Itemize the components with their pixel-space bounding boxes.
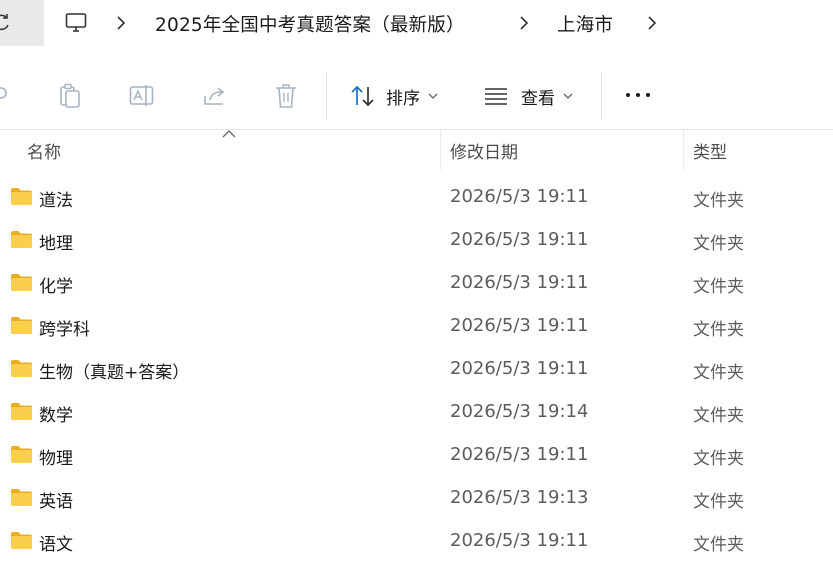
- file-type: 文件夹: [693, 449, 744, 469]
- file-type: 文件夹: [693, 320, 744, 340]
- file-type: 文件夹: [693, 234, 744, 254]
- file-modified-date: 2026/5/3 19:11: [450, 530, 589, 551]
- sort-label: 排序: [386, 88, 420, 109]
- table-row[interactable]: 地理 2026/5/3 19:11 文件夹: [0, 220, 833, 263]
- file-modified-date: 2026/5/3 19:11: [450, 358, 589, 379]
- table-row[interactable]: 跨学科 2026/5/3 19:11 文件夹: [0, 306, 833, 349]
- file-name: 化学: [39, 277, 73, 297]
- file-name: 语文: [39, 535, 73, 555]
- view-label: 查看: [521, 88, 555, 109]
- chevron-right-icon[interactable]: [116, 16, 126, 30]
- breadcrumb-item-current[interactable]: 上海市: [557, 11, 613, 37]
- file-type: 文件夹: [693, 535, 744, 555]
- folder-icon: [11, 274, 32, 291]
- file-name: 物理: [39, 449, 73, 469]
- more-icon[interactable]: [624, 93, 654, 101]
- share-icon[interactable]: [202, 83, 228, 109]
- folder-icon: [11, 532, 32, 549]
- view-button[interactable]: 查看: [483, 78, 573, 114]
- file-name: 生物（真题+答案）: [39, 363, 190, 383]
- table-row[interactable]: 生物（真题+答案） 2026/5/3 19:11 文件夹: [0, 349, 833, 392]
- toolbar-border: [0, 129, 833, 130]
- this-pc-icon[interactable]: [64, 11, 88, 35]
- file-type: 文件夹: [693, 406, 744, 426]
- table-row[interactable]: 化学 2026/5/3 19:11 文件夹: [0, 263, 833, 306]
- column-header-date[interactable]: 修改日期: [450, 138, 518, 163]
- file-modified-date: 2026/5/3 19:11: [450, 444, 589, 465]
- file-name: 英语: [39, 492, 73, 512]
- folder-icon: [11, 317, 32, 334]
- file-modified-date: 2026/5/3 19:11: [450, 186, 589, 207]
- toolbar-divider: [326, 72, 327, 120]
- table-row[interactable]: 数学 2026/5/3 19:14 文件夹: [0, 392, 833, 435]
- column-header-type[interactable]: 类型: [693, 138, 727, 163]
- address-bar: 2025年全国中考真题答案（最新版） 上海市: [0, 0, 833, 46]
- table-row[interactable]: 物理 2026/5/3 19:11 文件夹: [0, 435, 833, 478]
- sort-button[interactable]: 排序: [350, 78, 438, 114]
- view-icon: [485, 88, 507, 105]
- folder-icon: [11, 188, 32, 205]
- sort-icon: [351, 85, 374, 107]
- folder-icon: [11, 446, 32, 463]
- file-modified-date: 2026/5/3 19:11: [450, 315, 589, 336]
- command-bar: 排序 查看: [0, 62, 833, 130]
- table-row[interactable]: 道法 2026/5/3 19:11 文件夹: [0, 177, 833, 220]
- column-divider[interactable]: [683, 130, 684, 170]
- column-divider[interactable]: [440, 130, 441, 170]
- sort-ascending-icon: [222, 130, 236, 138]
- cut-icon[interactable]: [0, 83, 12, 107]
- table-row[interactable]: 英语 2026/5/3 19:13 文件夹: [0, 478, 833, 521]
- delete-icon[interactable]: [274, 83, 298, 109]
- refresh-icon: [0, 14, 9, 31]
- file-type: 文件夹: [693, 191, 744, 211]
- chevron-right-icon[interactable]: [647, 16, 657, 30]
- file-modified-date: 2026/5/3 19:13: [450, 487, 589, 508]
- file-name: 数学: [39, 406, 73, 426]
- breadcrumb-item-folder[interactable]: 2025年全国中考真题答案（最新版）: [155, 11, 465, 37]
- file-type: 文件夹: [693, 363, 744, 383]
- rename-icon[interactable]: [129, 83, 155, 109]
- toolbar-divider: [601, 72, 602, 120]
- file-name: 跨学科: [39, 320, 90, 340]
- table-row[interactable]: 语文 2026/5/3 19:11 文件夹: [0, 521, 833, 564]
- chevron-down-icon: [563, 93, 573, 99]
- copy-icon[interactable]: [58, 83, 82, 109]
- file-modified-date: 2026/5/3 19:14: [450, 401, 589, 422]
- folder-icon: [11, 489, 32, 506]
- chevron-down-icon: [428, 93, 438, 99]
- folder-icon: [11, 360, 32, 377]
- file-name: 道法: [39, 191, 73, 211]
- column-header-name[interactable]: 名称: [27, 138, 61, 163]
- refresh-button[interactable]: [0, 0, 44, 46]
- file-name: 地理: [39, 234, 73, 254]
- file-type: 文件夹: [693, 492, 744, 512]
- file-type: 文件夹: [693, 277, 744, 297]
- folder-icon: [11, 231, 32, 248]
- file-modified-date: 2026/5/3 19:11: [450, 272, 589, 293]
- folder-icon: [11, 403, 32, 420]
- chevron-right-icon[interactable]: [519, 16, 529, 30]
- file-modified-date: 2026/5/3 19:11: [450, 229, 589, 250]
